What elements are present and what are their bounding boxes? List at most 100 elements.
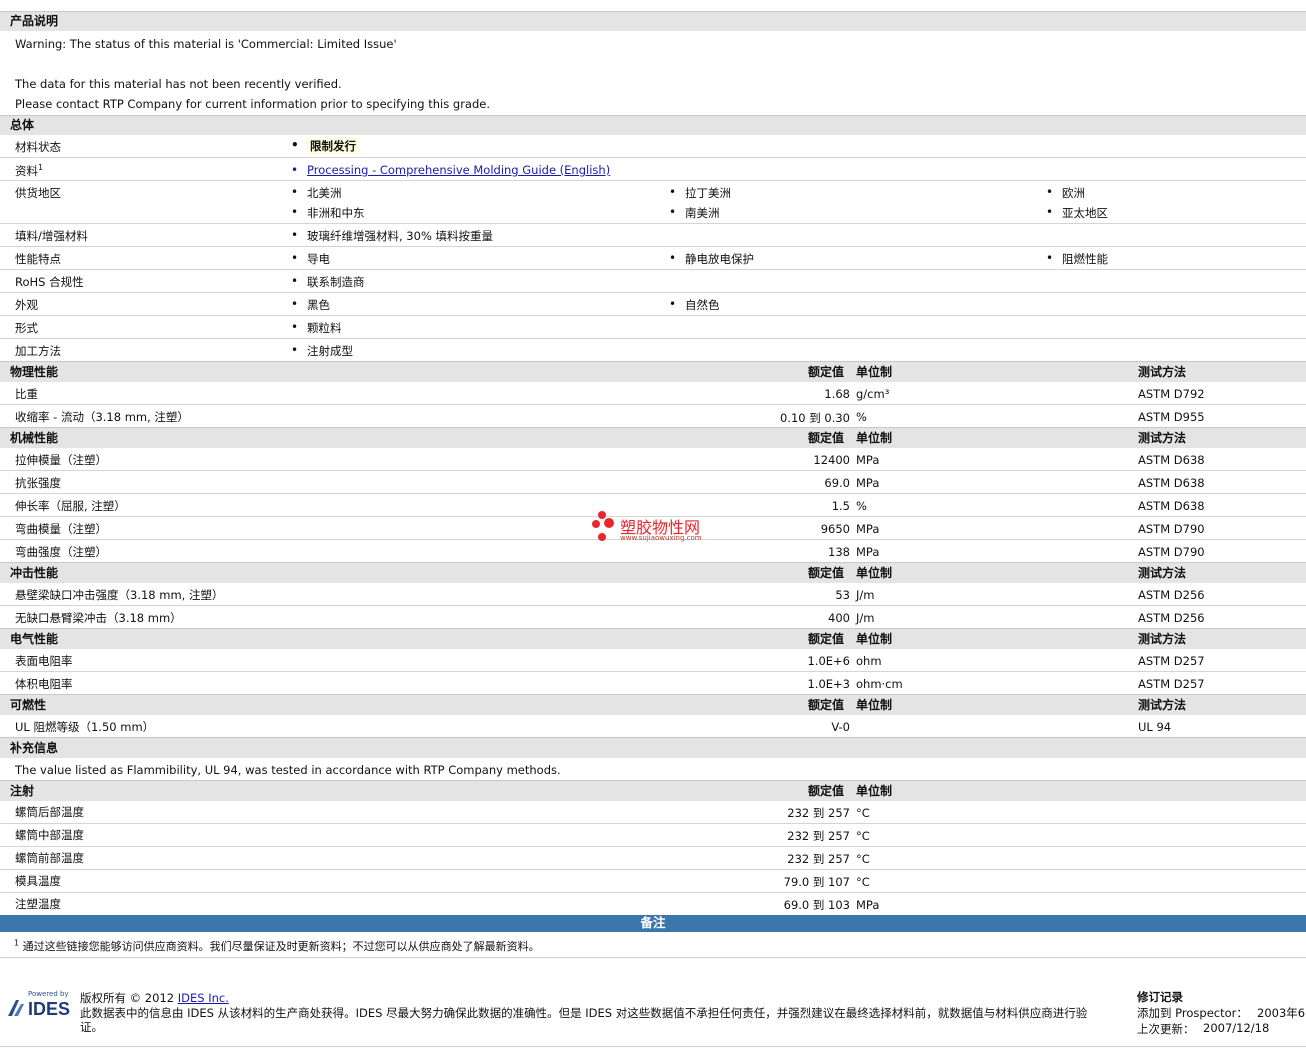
row-unit: °C xyxy=(856,829,870,843)
section-title: 物理性能 xyxy=(10,365,59,379)
added-label: 添加到 Prospector： xyxy=(1137,1006,1248,1020)
row-label: 螺筒后部温度 xyxy=(15,805,84,819)
row-method: ASTM D792 xyxy=(1138,387,1205,401)
notes-title: 备注 xyxy=(640,915,666,930)
row-label: 螺筒前部温度 xyxy=(15,851,84,865)
row-unit: % xyxy=(856,410,867,424)
section-title: 产品说明 xyxy=(10,14,59,28)
col-header-method: 测试方法 xyxy=(1138,632,1187,646)
row-label: 模具温度 xyxy=(15,874,61,888)
section-title: 补充信息 xyxy=(10,741,59,755)
row-method: ASTM D257 xyxy=(1138,677,1205,691)
disclaimer-line-1: 此数据表中的信息由 IDES 从该材料的生产商处获得。IDES 尽最大努力确保此… xyxy=(80,1006,1088,1020)
processing-guide-link[interactable]: Processing - Comprehensive Molding Guide… xyxy=(291,163,610,177)
row-label: UL 阻燃等级（1.50 mm） xyxy=(15,720,155,734)
updated-label: 上次更新： xyxy=(1137,1022,1195,1036)
row-value: 69.0 xyxy=(824,476,850,490)
row-value: V-0 xyxy=(831,720,850,734)
added-value: 2003年6 xyxy=(1257,1006,1306,1020)
row-unit: MPa xyxy=(856,898,880,912)
section-title: 电气性能 xyxy=(10,632,59,646)
section-header-electrical: 电气性能 额定值 单位制 测试方法 xyxy=(0,628,1306,649)
section-header-product: 产品说明 xyxy=(0,11,1306,31)
row-method: ASTM D638 xyxy=(1138,499,1205,513)
section-header-physical: 物理性能 额定值 单位制 测试方法 xyxy=(0,361,1306,382)
updated-value: 2007/12/18 xyxy=(1203,1021,1270,1035)
col-header-value: 额定值 xyxy=(808,365,845,379)
row-label: 填料/增强材料 xyxy=(15,229,88,243)
data-row: 收缩率 - 流动（3.18 mm, 注塑） 0.10 到 0.30 % ASTM… xyxy=(0,405,1306,427)
general-row-features: 性能特点 导电 静电放电保护 阻燃性能 xyxy=(0,247,1306,270)
disclaimer-line-2: 证。 xyxy=(80,1020,103,1034)
region-item: 北美洲 xyxy=(291,185,341,201)
row-value: 12400 xyxy=(813,453,850,467)
footnote: 1 通过这些链接您能够访问供应商资料。我们尽量保证及时更新资料；不过您可以从供应… xyxy=(14,938,540,953)
copyright: 版权所有 © 2012 IDES Inc. xyxy=(80,991,229,1005)
row-label: 形式 xyxy=(15,321,38,335)
section-title: 注射 xyxy=(10,784,35,798)
row-unit: % xyxy=(856,499,867,513)
row-label: 弯曲强度（注塑） xyxy=(15,545,107,559)
row-label: 表面电阻率 xyxy=(15,654,73,668)
general-row-regions: 供货地区 北美洲 拉丁美洲 欧洲 非洲和中东 南美洲 亚太地区 xyxy=(0,181,1306,224)
row-unit: °C xyxy=(856,852,870,866)
col-header-method: 测试方法 xyxy=(1138,431,1187,445)
data-row: 螺筒前部温度 232 到 257 °C xyxy=(0,847,1306,870)
data-row: 螺筒中部温度 232 到 257 °C xyxy=(0,824,1306,847)
row-method: ASTM D790 xyxy=(1138,522,1205,536)
row-label: RoHS 合规性 xyxy=(15,275,84,289)
col-header-method: 测试方法 xyxy=(1138,365,1187,379)
notes-header: 备注 xyxy=(0,915,1306,932)
region-item: 拉丁美洲 xyxy=(669,185,731,201)
col-header-value: 额定值 xyxy=(808,431,845,445)
row-unit: g/cm³ xyxy=(856,387,890,401)
section-header-flammability: 可燃性 额定值 单位制 测试方法 xyxy=(0,694,1306,715)
row-label: 注塑温度 xyxy=(15,897,61,911)
supplement-text: The value listed as Flammibility, UL 94,… xyxy=(15,763,561,777)
row-unit: J/m xyxy=(856,611,875,625)
row-method: ASTM D955 xyxy=(1138,410,1205,424)
row-value: 注射成型 xyxy=(291,343,353,359)
row-value: 0.10 到 0.30 xyxy=(779,411,850,425)
col-header-unit: 单位制 xyxy=(856,632,893,646)
row-label: 加工方法 xyxy=(15,344,61,358)
row-label: 弯曲模量（注塑） xyxy=(15,522,107,536)
section-header-injection: 注射 额定值 单位制 xyxy=(0,780,1306,801)
col-header-unit: 单位制 xyxy=(856,698,893,712)
row-label: 资料1 xyxy=(15,163,44,178)
row-unit: ohm·cm xyxy=(856,677,903,691)
col-header-value: 额定值 xyxy=(808,784,845,798)
bottom-divider xyxy=(0,1046,1306,1047)
row-unit: MPa xyxy=(856,545,880,559)
row-value: 联系制造商 xyxy=(291,274,364,290)
data-row: 螺筒后部温度 232 到 257 °C xyxy=(0,801,1306,824)
data-row: 弯曲强度（注塑） 138 MPa ASTM D790 xyxy=(0,540,1306,562)
row-label: 比重 xyxy=(15,387,38,401)
row-label: 体积电阻率 xyxy=(15,677,73,691)
verify-text: The data for this material has not been … xyxy=(15,77,342,91)
row-label: 拉伸模量（注塑） xyxy=(15,453,107,467)
data-row: 无缺口悬臂梁冲击（3.18 mm） 400 J/m ASTM D256 xyxy=(0,606,1306,628)
section-header-general: 总体 xyxy=(0,115,1306,135)
row-label: 悬壁梁缺口冲击强度（3.18 mm, 注塑） xyxy=(15,588,224,602)
data-row: 悬壁梁缺口冲击强度（3.18 mm, 注塑） 53 J/m ASTM D256 xyxy=(0,583,1306,606)
row-method: UL 94 xyxy=(1138,720,1172,734)
col-header-unit: 单位制 xyxy=(856,566,893,580)
ides-link[interactable]: IDES Inc. xyxy=(178,991,229,1005)
col-header-unit: 单位制 xyxy=(856,431,893,445)
row-value: 玻璃纤维增强材料, 30% 填料按重量 xyxy=(291,228,493,244)
row-value: 53 xyxy=(835,588,850,602)
row-label: 供货地区 xyxy=(15,186,61,200)
row-label: 伸长率（屈服, 注塑） xyxy=(15,499,126,513)
row-label: 收缩率 - 流动（3.18 mm, 注塑） xyxy=(15,410,189,424)
row-label: 性能特点 xyxy=(15,252,61,266)
row-method: ASTM D257 xyxy=(1138,654,1205,668)
watermark-dots-icon xyxy=(592,511,614,541)
feature-item: 导电 xyxy=(291,251,330,267)
row-method: ASTM D256 xyxy=(1138,588,1205,602)
svg-text:IDES: IDES xyxy=(28,999,70,1018)
revision-title: 修订记录 xyxy=(1137,990,1183,1004)
row-label: 外观 xyxy=(15,298,38,312)
data-row: 抗张强度 69.0 MPa ASTM D638 xyxy=(0,471,1306,494)
col-header-method: 测试方法 xyxy=(1138,566,1187,580)
